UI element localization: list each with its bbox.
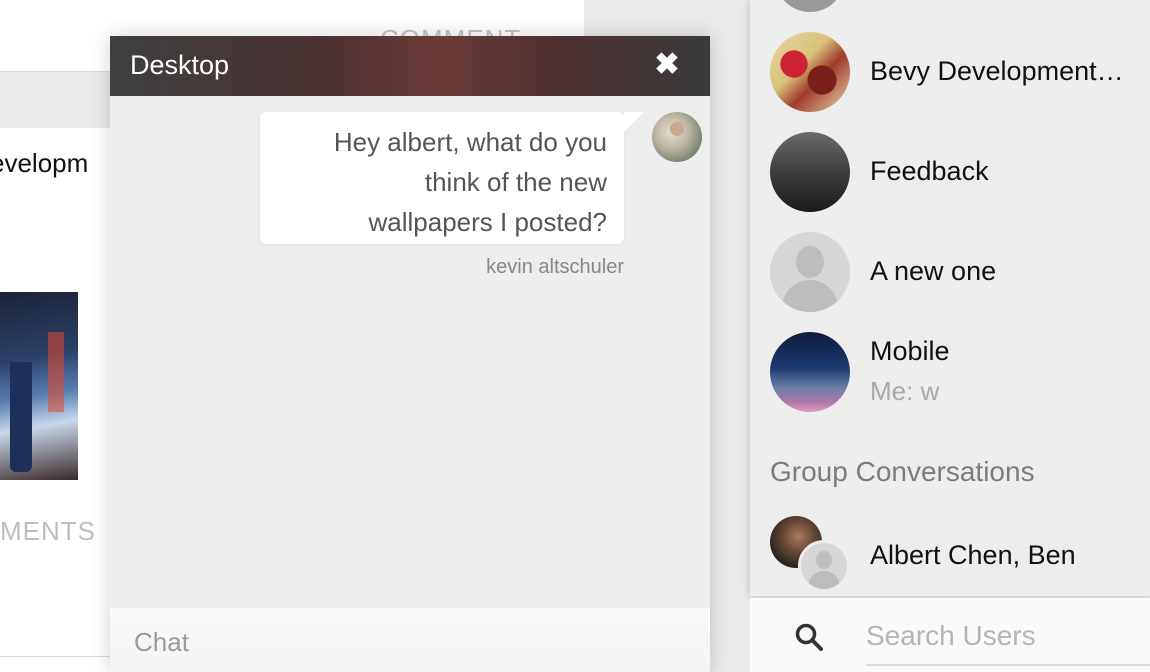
message-sender: kevin altschuler: [486, 256, 624, 278]
avatar: [770, 32, 850, 112]
close-icon[interactable]: ✖: [652, 50, 682, 80]
chat-title: Desktop: [130, 50, 230, 80]
feed-card-title: evelopm: [0, 148, 89, 178]
conversation-item[interactable]: Feedback: [750, 126, 1150, 216]
avatar[interactable]: [775, 0, 845, 12]
avatar: [770, 232, 850, 312]
conversation-item[interactable]: Bevy Development…: [750, 26, 1150, 116]
conversation-item[interactable]: A new one: [750, 226, 1150, 316]
chat-header: Desktop ✖: [110, 36, 710, 96]
avatar[interactable]: [652, 112, 702, 162]
message-line: Hey albert, what do you: [333, 127, 607, 157]
search-icon[interactable]: [794, 622, 824, 652]
chat-input-bar: [110, 608, 710, 672]
conversation-name: Mobile: [870, 336, 950, 366]
avatar: [770, 132, 850, 212]
avatar: [770, 332, 850, 412]
message-line: wallpapers I posted?: [368, 207, 607, 237]
user-search-bar: [750, 598, 1150, 672]
avatar: [798, 540, 850, 592]
comments-label[interactable]: MENTS: [0, 516, 96, 547]
chat-input[interactable]: [134, 624, 654, 660]
section-heading: Group Conversations: [770, 456, 1035, 487]
message-line: think of the new: [424, 167, 607, 197]
conversation-panel: Bevy Development… Feedback A new one Mob…: [750, 0, 1150, 596]
conversation-name: Albert Chen, Ben: [870, 540, 1076, 570]
conversation-name: Bevy Development…: [870, 56, 1124, 86]
feed-wallpaper-image[interactable]: [0, 292, 78, 480]
divider: [0, 656, 115, 657]
search-underline: [866, 664, 1150, 666]
conversation-name: Feedback: [870, 156, 989, 186]
chat-window: Desktop ✖ Hey albert, what do you think …: [110, 36, 710, 672]
conversation-item[interactable]: Mobile Me: w: [750, 326, 1150, 416]
search-input[interactable]: [866, 616, 1136, 656]
conversation-preview: Me: w: [870, 376, 940, 406]
message-bubble: Hey albert, what do you think of the new…: [260, 112, 644, 244]
conversation-name: A new one: [870, 256, 997, 286]
